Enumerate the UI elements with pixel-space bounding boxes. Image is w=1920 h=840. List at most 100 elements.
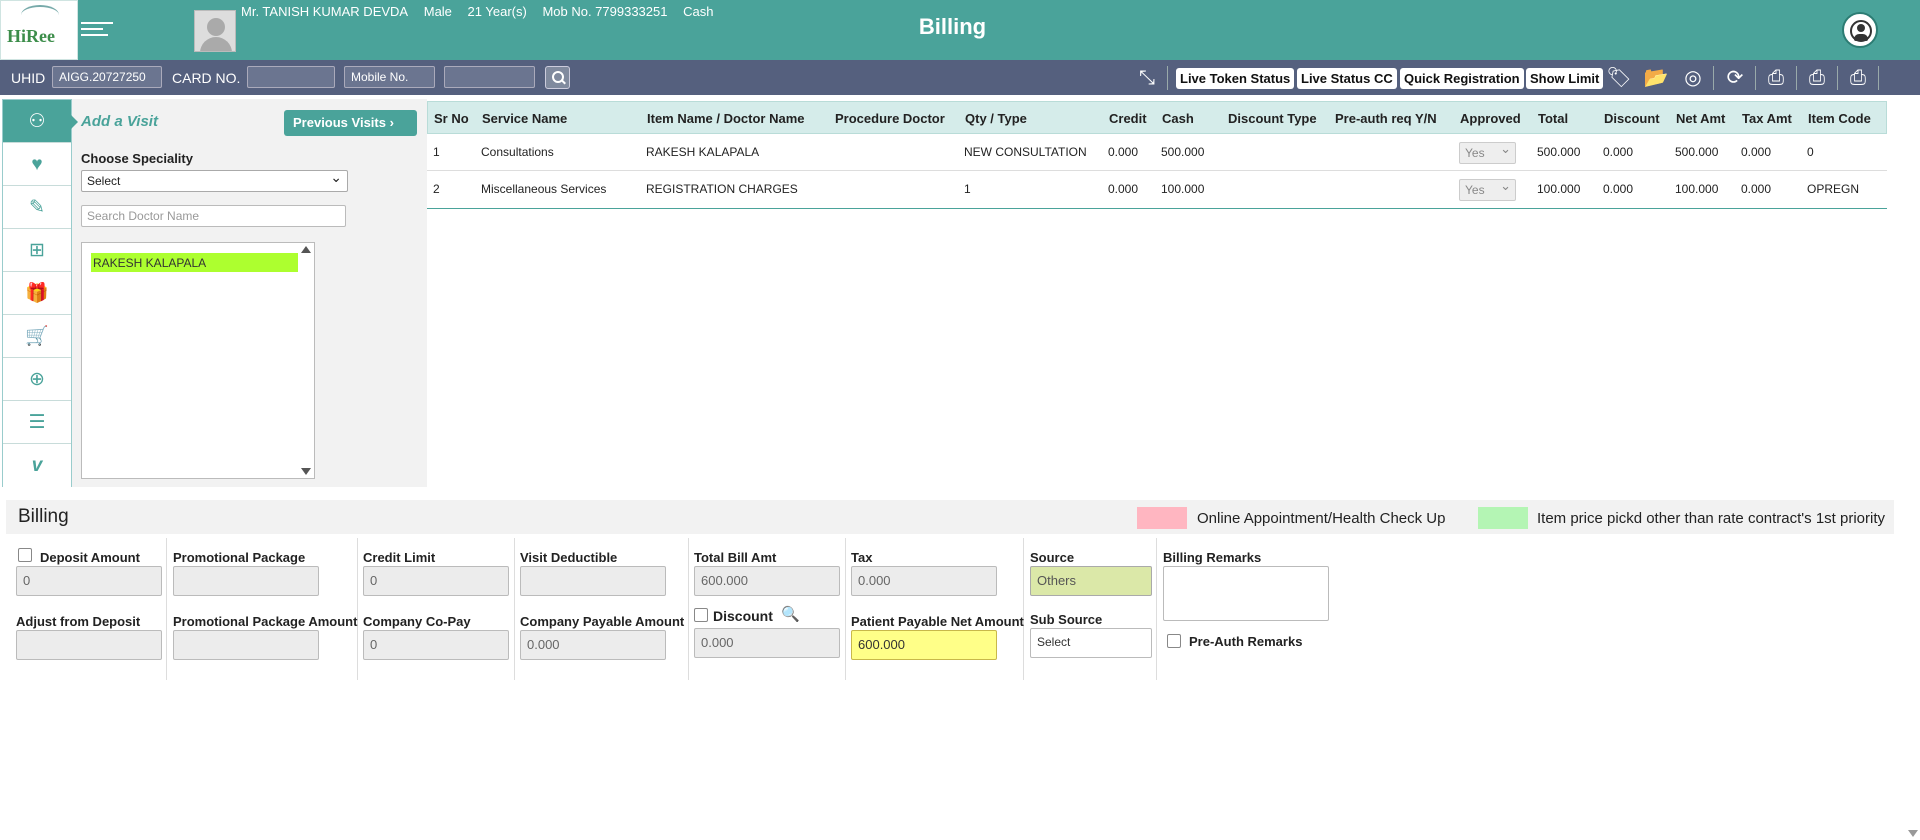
- user-doctor-icon[interactable]: ⚇: [3, 100, 71, 143]
- refresh-icon[interactable]: ⟳: [1720, 66, 1750, 90]
- uhid-input[interactable]: AIGG.20727250: [52, 66, 162, 88]
- scroll-down-arrow-icon[interactable]: [1908, 830, 1918, 837]
- print-icon[interactable]: ⎙: [1802, 66, 1832, 90]
- table-row[interactable]: 1 Consultations RAKESH KALAPALA NEW CONS…: [427, 134, 1887, 171]
- col-tax-amt: Tax Amt: [1742, 111, 1792, 126]
- vimeo-icon[interactable]: v: [3, 444, 71, 487]
- billing-remarks-textarea[interactable]: [1163, 566, 1329, 621]
- doctor-list-item[interactable]: RAKESH KALAPALA: [91, 253, 298, 272]
- hamburger-menu-icon[interactable]: [81, 18, 113, 42]
- discount-search-icon[interactable]: 🔍: [781, 605, 800, 623]
- uhid-label: UHID: [11, 70, 46, 86]
- visit-deductible-input[interactable]: [520, 566, 666, 596]
- preauth-remarks-label: Pre-Auth Remarks: [1189, 634, 1303, 649]
- col-net-amt: Net Amt: [1676, 111, 1726, 126]
- discount-checkbox[interactable]: [694, 608, 708, 622]
- previous-visits-button[interactable]: Previous Visits ›: [284, 110, 417, 136]
- deposit-amount-input[interactable]: 0: [16, 566, 162, 596]
- table-row[interactable]: 2 Miscellaneous Services REGISTRATION CH…: [427, 171, 1887, 208]
- table-header: Sr No Service Name Item Name / Doctor Na…: [427, 101, 1887, 134]
- deductible-column: Visit Deductible Company Payable Amount …: [515, 538, 689, 680]
- side-nav: ⚇ ♥ ✎ ⊞ 🎁 🛒 ⊕ ☰ v: [2, 99, 72, 487]
- choose-speciality-label: Choose Speciality: [81, 151, 193, 166]
- heart-pulse-icon[interactable]: ♥: [3, 143, 71, 186]
- app-header: HiRee Mr. TANISH KUMAR DEVDA Male 21 Yea…: [0, 0, 1920, 60]
- total-column: Total Bill Amt 600.000 Discount 🔍 0.000: [689, 538, 846, 680]
- search-doctor-input[interactable]: Search Doctor Name: [81, 205, 346, 227]
- print-icon[interactable]: ⎙: [1761, 66, 1791, 90]
- approved-select[interactable]: Yes: [1459, 178, 1516, 201]
- live-status-cc-button[interactable]: Live Status CC: [1297, 68, 1397, 89]
- col-total: Total: [1538, 111, 1569, 126]
- sub-source-select[interactable]: Select: [1030, 628, 1152, 658]
- approved-select[interactable]: Yes: [1459, 141, 1516, 164]
- promo-package-input[interactable]: [173, 566, 319, 596]
- col-discount: Discount: [1604, 111, 1660, 126]
- gift-icon[interactable]: 🎁: [3, 272, 71, 315]
- company-payable-input[interactable]: 0.000: [520, 630, 666, 660]
- company-payable-label: Company Payable Amount: [520, 614, 685, 629]
- promo-column: Promotional Package Promotional Package …: [167, 538, 358, 680]
- quick-registration-button[interactable]: Quick Registration: [1400, 68, 1524, 89]
- print-icon[interactable]: ⎙: [1843, 66, 1873, 90]
- plus-square-icon[interactable]: ⊞: [3, 229, 71, 272]
- discount-input[interactable]: 0.000: [694, 628, 840, 658]
- collapse-icon[interactable]: ⤡: [1132, 66, 1162, 90]
- user-profile-icon[interactable]: [1842, 12, 1878, 48]
- card-no-input[interactable]: [247, 66, 335, 88]
- col-item-code: Item Code: [1808, 111, 1871, 126]
- scroll-up-arrow-icon[interactable]: [301, 246, 311, 253]
- billing-section-header: Billing Online Appointment/Health Check …: [6, 500, 1894, 534]
- extra-search-input[interactable]: [444, 66, 535, 88]
- show-limit-button[interactable]: Show Limit: [1526, 68, 1604, 89]
- deposit-amount-label: Deposit Amount: [40, 550, 140, 565]
- tax-label: Tax: [851, 550, 873, 565]
- tags-icon[interactable]: 🏷: [1604, 66, 1634, 90]
- total-bill-input[interactable]: 600.000: [694, 566, 840, 596]
- preauth-remarks-checkbox[interactable]: [1167, 634, 1181, 648]
- list-icon[interactable]: ☰: [3, 401, 71, 444]
- credit-column: Credit Limit 0 Company Co-Pay 0: [358, 538, 515, 680]
- legend-swatch-online: [1137, 507, 1187, 529]
- promo-package-label: Promotional Package: [173, 550, 306, 565]
- coins-icon[interactable]: ◎: [1678, 66, 1708, 90]
- company-copay-label: Company Co-Pay: [363, 614, 471, 629]
- mobile-input[interactable]: Mobile No.: [344, 66, 435, 88]
- folder-open-icon[interactable]: 📂: [1641, 66, 1671, 90]
- credit-limit-input[interactable]: 0: [363, 566, 509, 596]
- promo-amount-input[interactable]: [173, 630, 319, 660]
- cart-icon[interactable]: 🛒: [3, 315, 71, 358]
- patient-payable-input[interactable]: 600.000: [851, 630, 997, 660]
- deposit-column: Deposit Amount 0 Adjust from Deposit: [10, 538, 167, 680]
- remarks-column: Billing Remarks Pre-Auth Remarks: [1157, 538, 1337, 680]
- legend-swatch-rate: [1478, 507, 1528, 529]
- pencil-icon[interactable]: ✎: [3, 186, 71, 229]
- col-preauth: Pre-auth req Y/N: [1335, 111, 1437, 126]
- adjust-deposit-label: Adjust from Deposit: [16, 614, 141, 629]
- col-sr-no: Sr No: [434, 111, 469, 126]
- patient-info: Mr. TANISH KUMAR DEVDA Male 21 Year(s) M…: [241, 4, 725, 19]
- doctor-list[interactable]: RAKESH KALAPALA: [81, 242, 315, 479]
- credit-limit-label: Credit Limit: [363, 550, 436, 565]
- live-token-status-button[interactable]: Live Token Status: [1176, 68, 1295, 89]
- search-icon[interactable]: [545, 66, 570, 89]
- adjust-deposit-input[interactable]: [16, 630, 162, 660]
- source-column: Source Others Sub Source Select: [1024, 538, 1157, 680]
- speciality-select[interactable]: Select: [81, 169, 348, 192]
- company-copay-input[interactable]: 0: [363, 630, 509, 660]
- tax-input[interactable]: 0.000: [851, 566, 997, 596]
- patient-payable-label: Patient Payable Net Amount: [851, 614, 1024, 629]
- discount-label: Discount: [713, 608, 773, 624]
- deposit-checkbox[interactable]: [18, 548, 32, 562]
- billing-title: Billing: [18, 506, 69, 527]
- patient-age: 21 Year(s): [467, 4, 527, 19]
- add-visit-panel: Add a Visit Previous Visits › Choose Spe…: [71, 99, 427, 487]
- hospital-logo: HiRee: [0, 0, 78, 60]
- billing-remarks-label: Billing Remarks: [1163, 550, 1262, 565]
- patient-photo: [194, 10, 236, 52]
- visit-deductible-label: Visit Deductible: [520, 550, 618, 565]
- medical-kit-icon[interactable]: ⊕: [3, 358, 71, 401]
- source-select[interactable]: Others: [1030, 566, 1152, 596]
- patient-name: Mr. TANISH KUMAR DEVDA: [241, 4, 409, 19]
- scroll-down-arrow-icon[interactable]: [301, 468, 311, 475]
